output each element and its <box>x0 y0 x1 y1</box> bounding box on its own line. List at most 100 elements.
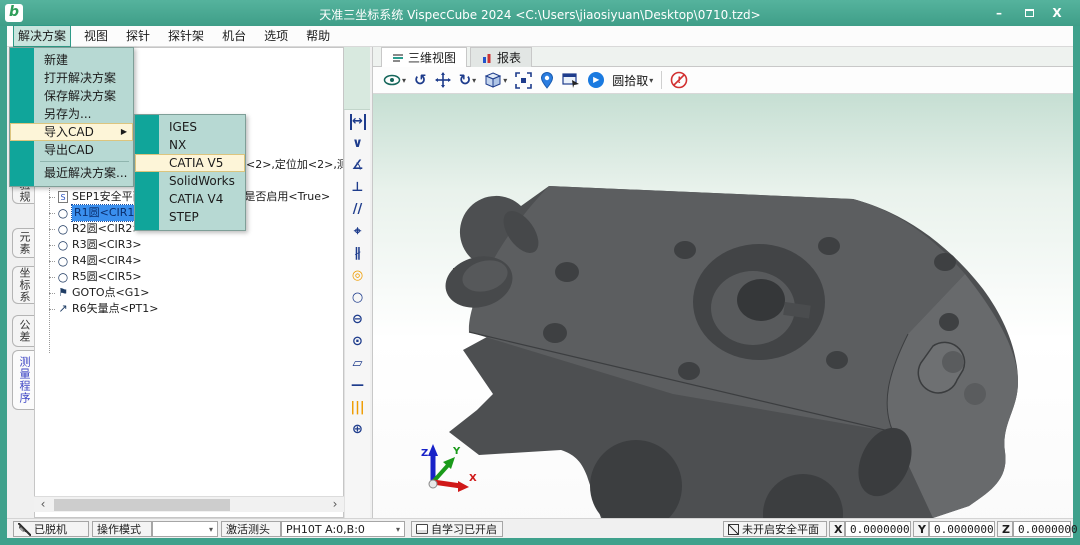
cad-model[interactable] <box>373 94 1074 518</box>
close-button[interactable]: X <box>1046 4 1068 22</box>
circle-feature-icon: ○ <box>56 254 70 268</box>
app-logo-icon: b <box>5 4 23 22</box>
fit-screen-icon <box>515 72 532 89</box>
circle-feature-icon: ○ <box>56 270 70 284</box>
menu-item-new[interactable]: 新建 <box>10 51 133 69</box>
menu-item-save-solution[interactable]: 保存解决方案 <box>10 87 133 105</box>
viewport-3d[interactable]: Z Y X <box>373 94 1073 538</box>
menu-probe-rack[interactable]: 探针架 <box>164 26 208 46</box>
chevron-down-icon: ▾ <box>209 525 213 534</box>
statusbar: ✎ 已脱机 操作模式 ▾ 激活测头 PH10T A:0,B:0▾ 自学习已开启 … <box>7 518 1073 538</box>
orbit-button[interactable]: ↺ <box>414 70 427 90</box>
menu-probe[interactable]: 探针 <box>122 26 154 46</box>
chevron-down-icon: ▾ <box>396 525 400 534</box>
cube-icon <box>484 71 502 89</box>
side-tab-tolerance[interactable]: 公差 <box>12 315 34 347</box>
safety-plane-icon <box>728 524 739 535</box>
angularity-icon[interactable]: ∦ <box>348 246 368 262</box>
window-arrow-icon <box>562 73 580 88</box>
menu-solution[interactable]: 解决方案 <box>14 26 70 46</box>
side-tab-measurement-program[interactable]: 测量程序 <box>12 350 34 410</box>
side-tab-coordinate-systems[interactable]: 坐标系 <box>12 266 34 304</box>
menu-item-export-cad[interactable]: 导出CAD <box>10 141 133 159</box>
pick-mode-dropdown[interactable]: 圆拾取▾ <box>612 70 653 90</box>
roundness-icon[interactable]: ○ <box>348 290 368 306</box>
circle-feature-icon: ○ <box>56 222 70 236</box>
x-axis-label: X <box>829 521 845 537</box>
active-probe-label: 激活测头 <box>221 521 281 537</box>
active-probe-combo[interactable]: PH10T A:0,B:0▾ <box>281 521 405 537</box>
menu-item-open-solution[interactable]: 打开解决方案 <box>10 69 133 87</box>
cylindricity-icon[interactable]: ||| <box>348 400 368 416</box>
capture-view-button[interactable] <box>562 70 580 90</box>
submenu-item-catia-v5[interactable]: CATIA V5 <box>135 154 245 172</box>
angle-icon[interactable]: ∨ <box>348 136 368 152</box>
safety-plane-doc-icon: S <box>58 191 68 203</box>
tree-row-circle-4[interactable]: ○ R4圆<CIR4> <box>41 253 343 269</box>
tree-row-circle-3[interactable]: ○ R3圆<CIR3> <box>41 237 343 253</box>
toolbar-separator <box>661 71 662 89</box>
tree-row-circle-5[interactable]: ○ R5圆<CIR5> <box>41 269 343 285</box>
parallelism-icon[interactable]: // <box>348 202 368 218</box>
angle-between-lines-icon[interactable]: ∡ <box>348 158 368 174</box>
play-button[interactable]: ▶ <box>588 72 604 88</box>
y-coordinate: 0.0000000 <box>929 521 995 537</box>
locate-button[interactable] <box>540 70 554 90</box>
symmetry-icon[interactable]: ⊖ <box>348 312 368 328</box>
radius-icon[interactable]: ⊙ <box>348 334 368 350</box>
operation-mode-label: 操作模式 <box>92 521 152 537</box>
side-tab-elements[interactable]: 元素 <box>12 228 34 258</box>
minimize-button[interactable]: – <box>988 4 1010 22</box>
operation-mode-combo[interactable]: ▾ <box>152 521 218 537</box>
tab-report[interactable]: 报表 <box>470 47 532 67</box>
prohibited-icon: ! <box>670 71 688 89</box>
submenu-item-solidworks[interactable]: SolidWorks <box>135 172 245 190</box>
submenu-arrow-icon: ▶ <box>121 123 127 141</box>
flatness-icon[interactable]: ▱ <box>348 356 368 372</box>
scroll-left-arrow[interactable]: ‹ <box>36 497 50 513</box>
tree-hscrollbar[interactable]: ‹ › <box>34 496 344 512</box>
perpendicularity-icon[interactable]: ⊥ <box>348 180 368 196</box>
view-panel: 三维视图 报表 ▾ ↺ <box>372 47 1073 538</box>
zoom-fit-button[interactable] <box>515 70 532 90</box>
scroll-thumb[interactable] <box>54 499 230 511</box>
selflearn-button[interactable]: 自学习已开启 <box>411 521 503 537</box>
tree-row-vector-point[interactable]: ↗ R6矢量点<PT1> <box>41 301 343 317</box>
pan-button[interactable] <box>435 70 451 90</box>
solution-menu-popup: 新建 打开解决方案 保存解决方案 另存为... 导入CAD ▶ 导出CAD 最近… <box>9 47 134 187</box>
location-pin-icon <box>540 72 554 89</box>
tab-3d-view[interactable]: 三维视图 <box>381 47 467 67</box>
visibility-button[interactable]: ▾ <box>383 70 406 90</box>
straightness-icon[interactable]: — <box>348 378 368 394</box>
y-axis-label: Y <box>913 521 929 537</box>
distance-icon[interactable]: ↔ <box>350 114 366 130</box>
view-cube-button[interactable]: ▾ <box>484 70 507 90</box>
z-coordinate: 0.0000000 <box>1013 521 1071 537</box>
menu-item-save-as[interactable]: 另存为... <box>10 105 133 123</box>
report-chart-icon <box>481 52 493 64</box>
menu-item-import-cad[interactable]: 导入CAD ▶ <box>10 123 133 141</box>
restore-button[interactable] <box>1018 4 1040 22</box>
position-icon[interactable]: ⌖ <box>348 224 368 240</box>
submenu-item-catia-v4[interactable]: CATIA V4 <box>135 190 245 208</box>
safety-plane-status[interactable]: 未开启安全平面 <box>723 521 827 537</box>
scroll-right-arrow[interactable]: › <box>328 497 342 513</box>
rotate-view-button[interactable]: ↻▾ <box>459 70 477 90</box>
pan-cross-icon <box>435 72 451 88</box>
concentricity-icon[interactable]: ◎ <box>348 268 368 284</box>
submenu-item-step[interactable]: STEP <box>135 208 245 226</box>
circle-feature-icon: ○ <box>56 238 70 252</box>
menu-machine[interactable]: 机台 <box>218 26 250 46</box>
window-title: 天准三坐标系统 VispecCube 2024 <C:\Users\jiaosi… <box>120 6 960 23</box>
menu-view[interactable]: 视图 <box>80 26 112 46</box>
menu-help[interactable]: 帮助 <box>302 26 334 46</box>
circle-feature-icon: ○ <box>56 206 70 220</box>
submenu-item-nx[interactable]: NX <box>135 136 245 154</box>
runout-icon[interactable]: ⊕ <box>348 422 368 438</box>
menu-item-recent-solutions[interactable]: 最近解决方案... <box>10 164 133 182</box>
tree-row-goto[interactable]: ⚑ GOTO点<G1> <box>41 285 343 301</box>
menu-options[interactable]: 选项 <box>260 26 292 46</box>
selflearn-icon <box>416 524 428 534</box>
submenu-item-iges[interactable]: IGES <box>135 118 245 136</box>
probe-disabled-button[interactable]: ! <box>670 70 688 90</box>
